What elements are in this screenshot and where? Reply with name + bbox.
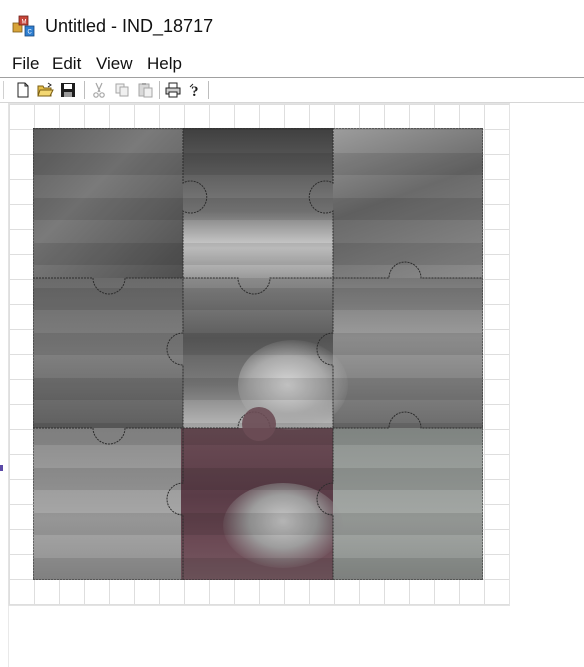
new-document-icon <box>17 82 29 98</box>
puzzle-piece[interactable] <box>333 428 483 580</box>
puzzle-piece[interactable] <box>33 428 183 580</box>
toolbar-separator-3 <box>208 81 209 99</box>
copy-button[interactable] <box>113 81 131 99</box>
save-button[interactable] <box>59 81 77 99</box>
svg-text:?: ? <box>191 84 199 99</box>
menu-edit[interactable]: Edit <box>52 54 81 74</box>
puzzle-board <box>33 128 483 580</box>
title-bar[interactable]: M C Untitled - IND_18717 <box>0 0 584 50</box>
print-button[interactable] <box>164 81 182 99</box>
help-question-icon: ? <box>189 83 199 99</box>
image-highlight-2 <box>223 483 343 568</box>
toolbar-separator-2 <box>159 81 160 99</box>
toolbar: ? <box>0 78 584 102</box>
menu-file[interactable]: File <box>12 54 39 74</box>
svg-text:C: C <box>28 30 33 36</box>
menu-bar: File Edit View Help <box>0 50 584 77</box>
menu-help[interactable]: Help <box>147 54 182 74</box>
paste-icon <box>138 83 153 98</box>
app-icon: M C <box>12 15 35 37</box>
menu-view[interactable]: View <box>96 54 133 74</box>
image-highlight <box>238 340 348 430</box>
puzzle-piece[interactable] <box>33 278 183 428</box>
toolbar-separator <box>84 81 85 99</box>
save-floppy-icon <box>61 83 75 97</box>
puzzle-piece[interactable] <box>33 128 183 278</box>
new-document-button[interactable] <box>14 81 32 99</box>
copy-icon <box>115 83 129 97</box>
puzzle-piece[interactable] <box>183 128 333 278</box>
open-button[interactable] <box>36 81 54 99</box>
open-folder-icon <box>37 82 54 97</box>
paste-button[interactable] <box>136 81 154 99</box>
cut-scissors-icon <box>93 82 105 98</box>
edge-mark <box>0 465 3 471</box>
help-button[interactable]: ? <box>187 81 205 99</box>
cut-button[interactable] <box>90 81 108 99</box>
toolbar-grip[interactable] <box>3 81 7 99</box>
puzzle-piece[interactable] <box>333 128 483 278</box>
print-icon <box>165 82 181 98</box>
application-window: M C Untitled - IND_18717 File Edit View … <box>0 0 584 667</box>
window-title: Untitled - IND_18717 <box>45 16 214 36</box>
svg-text:M: M <box>22 20 27 26</box>
puzzle-piece[interactable] <box>333 278 483 428</box>
